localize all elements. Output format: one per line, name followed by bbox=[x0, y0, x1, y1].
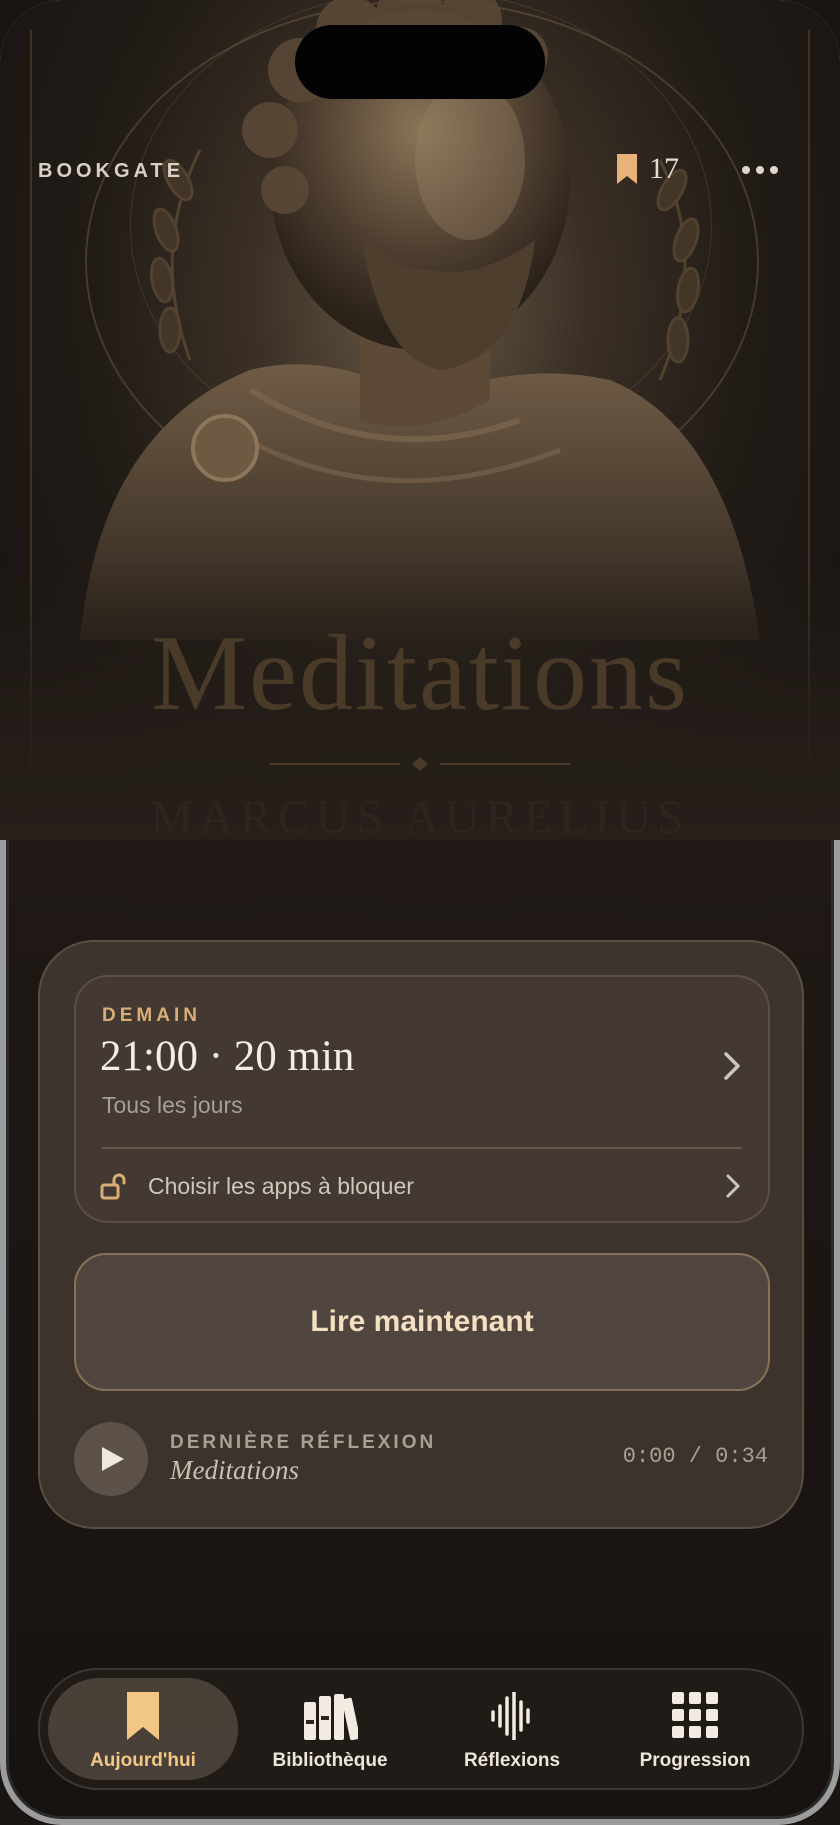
more-dot-icon bbox=[756, 166, 764, 174]
app-screen: Meditations Marcus Aurelius BOOKGATE 17 … bbox=[0, 0, 840, 1825]
tab-bar: Aujourd'hui Bibliothèque Réflexions Prog… bbox=[38, 1668, 804, 1790]
play-button[interactable] bbox=[74, 1422, 148, 1496]
waveform-icon bbox=[491, 1692, 530, 1740]
schedule-frequency: Tous les jours bbox=[102, 1092, 243, 1118]
tab-label: Réflexions bbox=[463, 1750, 561, 1771]
bookmark-count: 17 bbox=[649, 152, 679, 185]
schedule-row[interactable]: DEMAIN 21:00 · 20 min Tous les jours bbox=[76, 977, 768, 1147]
player-title: Meditations bbox=[170, 1455, 299, 1485]
tab-today[interactable]: Aujourd'hui bbox=[48, 1678, 238, 1780]
bookmark-badge[interactable]: 17 bbox=[617, 152, 679, 186]
book-author: Marcus Aurelius bbox=[150, 791, 690, 840]
more-dot-icon bbox=[770, 166, 778, 174]
book-cover: Meditations Marcus Aurelius bbox=[0, 0, 840, 840]
tab-progress[interactable]: Progression bbox=[600, 1678, 790, 1780]
tab-label: Progression bbox=[639, 1750, 751, 1771]
tab-reflections[interactable]: Réflexions bbox=[417, 1678, 607, 1780]
block-apps-row[interactable]: Choisir les apps à bloquer bbox=[76, 1149, 768, 1221]
book-title: Meditations bbox=[151, 614, 689, 733]
more-options-button[interactable] bbox=[742, 160, 782, 180]
unlock-icon bbox=[100, 1173, 126, 1200]
ornament-divider bbox=[270, 757, 570, 771]
schedule-eyebrow: DEMAIN bbox=[102, 1005, 201, 1026]
chevron-right-icon bbox=[724, 1052, 740, 1080]
tab-label: Aujourd'hui bbox=[90, 1750, 196, 1771]
play-icon bbox=[102, 1447, 124, 1471]
books-icon bbox=[304, 1694, 358, 1740]
more-dot-icon bbox=[742, 166, 750, 174]
player-time: 0:00 / 0:34 bbox=[622, 1444, 768, 1469]
dynamic-island bbox=[295, 25, 545, 99]
tab-library[interactable]: Bibliothèque bbox=[235, 1678, 425, 1780]
schedule-time: 21:00 · 20 min bbox=[100, 1033, 355, 1080]
player-label: DERNIÈRE RÉFLEXION bbox=[170, 1432, 437, 1453]
read-now-button[interactable]: Lire maintenant bbox=[74, 1253, 770, 1391]
chevron-right-icon bbox=[726, 1174, 740, 1198]
brand-logo: BOOKGATE bbox=[38, 160, 185, 182]
bookmark-icon bbox=[127, 1692, 159, 1740]
tab-label: Bibliothèque bbox=[272, 1750, 388, 1771]
bookmark-icon bbox=[617, 154, 637, 184]
grid-icon bbox=[672, 1692, 718, 1738]
block-apps-label: Choisir les apps à bloquer bbox=[148, 1173, 414, 1199]
schedule-panel: DEMAIN 21:00 · 20 min Tous les jours Cho… bbox=[74, 975, 770, 1223]
session-card: DEMAIN 21:00 · 20 min Tous les jours Cho… bbox=[38, 940, 804, 1529]
